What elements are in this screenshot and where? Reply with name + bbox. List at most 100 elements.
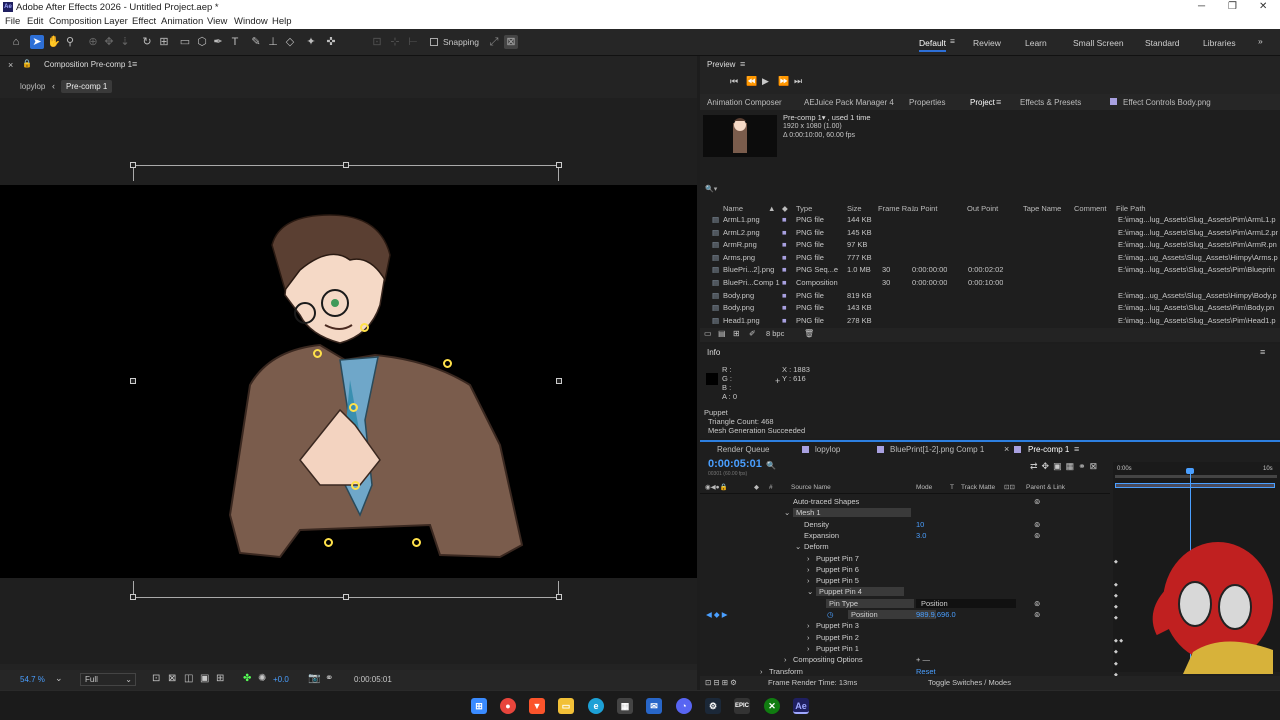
roto-brush-tool-icon[interactable]: ✦ — [304, 35, 318, 49]
puppet-pin-2[interactable] — [324, 538, 333, 547]
expression-pickwhip-icon[interactable]: ⊚ — [1034, 610, 1040, 619]
timeline-switch-icons[interactable]: ⇄✥▣▦⚭⊠ — [1030, 461, 1101, 472]
col-type[interactable]: Type — [796, 204, 812, 213]
timeline-track-area[interactable]: 0:00s 10s ◆ ◆ ◆ ◆ ◆ ◆ ◆ ◆ ◆ ◆ — [1113, 462, 1280, 678]
transform-handle[interactable] — [556, 594, 562, 600]
new-folder-icon[interactable]: ▤ — [718, 329, 726, 338]
timeline-property-row[interactable]: Density 10 ⊚ — [700, 519, 1110, 530]
chevron-right-icon[interactable]: › — [807, 621, 810, 630]
chevron-right-icon[interactable]: › — [784, 655, 787, 664]
mask-visibility-icon[interactable]: ◫ — [184, 673, 193, 684]
property-value[interactable]: 10 — [916, 520, 924, 529]
menu-composition[interactable]: Composition — [49, 16, 102, 27]
transform-handle[interactable] — [556, 378, 562, 384]
snapshot-icon[interactable]: 📷 — [308, 673, 320, 684]
play-icon[interactable]: ▶ — [762, 76, 769, 87]
next-frame-icon[interactable]: ⏩ — [778, 76, 789, 87]
windows-start-icon[interactable]: ⊞ — [471, 698, 487, 714]
chevron-right-icon[interactable]: › — [807, 633, 810, 642]
timeline-property-row[interactable]: Pin Type Position ⊚ — [700, 598, 1110, 609]
orbit-tool-icon[interactable]: ⊕ — [86, 35, 100, 49]
workspace-default[interactable]: Default — [919, 38, 946, 52]
home-icon[interactable]: ⌂ — [9, 35, 23, 49]
transform-handle[interactable] — [343, 162, 349, 168]
chevron-down-icon[interactable]: ⌄ — [795, 542, 801, 551]
col-size[interactable]: Size — [847, 204, 862, 213]
project-item-row[interactable]: ▤ Arms.png ■ PNG file 777 KB E:\imag...ug_Ass… — [700, 253, 1280, 266]
composition-canvas[interactable] — [0, 185, 697, 578]
timeline-property-row[interactable]: ⌄ Mesh 1 — [700, 507, 1110, 518]
chevron-right-icon[interactable]: › — [807, 554, 810, 563]
puppet-pin-1[interactable] — [412, 538, 421, 547]
align-icon[interactable]: ⊡ — [370, 35, 384, 49]
workspace-review[interactable]: Review — [973, 38, 1001, 48]
shape-tool-icon[interactable]: ⬡ — [195, 35, 209, 49]
hand-tool-icon[interactable]: ✋ — [47, 35, 61, 49]
timeline-property-row[interactable]: ⌄ Deform — [700, 541, 1110, 552]
lock-icon[interactable]: 🔒 — [22, 59, 32, 68]
workspace-menu-icon[interactable]: ≡ — [950, 36, 955, 46]
chevron-right-icon[interactable]: › — [807, 576, 810, 585]
eraser-tool-icon[interactable]: ◇ — [283, 35, 297, 49]
timeline-property-row[interactable]: › Puppet Pin 7 — [700, 553, 1110, 564]
project-item-row[interactable]: ▤ BluePri...2].png ■ PNG Seq...e 1.0 MB 30 0:0… — [700, 265, 1280, 278]
puppet-pin-7[interactable] — [313, 349, 322, 358]
edge-icon[interactable]: e — [588, 698, 604, 714]
zoom-dropdown-icon[interactable]: ⌄ — [55, 673, 63, 684]
timeline-property-row[interactable]: Expansion 3.0 ⊚ — [700, 530, 1110, 541]
grid-guides-icon[interactable]: ⊞ — [216, 673, 224, 684]
tab-aejuice[interactable]: AEJuice Pack Manager 4 — [804, 98, 894, 107]
project-search-input[interactable]: 🔍▾ — [705, 185, 1275, 196]
new-comp-icon[interactable]: ⊞ — [733, 329, 740, 338]
chevron-down-icon[interactable]: ⌄ — [784, 508, 790, 517]
timeline-property-row[interactable]: ⌄ Puppet Pin 4 — [700, 586, 1110, 597]
project-item-row[interactable]: ▤ ArmR.png ■ PNG file 97 KB E:\imag...lug_Ass… — [700, 240, 1280, 253]
layer-search-input[interactable]: 🔍 — [766, 461, 1036, 472]
expression-pickwhip-icon[interactable]: ⊚ — [1034, 531, 1040, 540]
property-value[interactable]: 989.9,696.0 — [916, 610, 956, 619]
col-mode[interactable]: Mode — [916, 484, 932, 491]
timeline-property-row[interactable]: › Puppet Pin 3 — [700, 620, 1110, 631]
col-file-path[interactable]: File Path — [1116, 204, 1146, 213]
resolution-select[interactable]: Full ⌄ — [80, 673, 136, 686]
puppet-pin-5[interactable] — [443, 359, 452, 368]
xbox-icon[interactable]: ✕ — [764, 698, 780, 714]
chrome-icon[interactable]: ● — [500, 698, 516, 714]
timeline-property-row[interactable]: › Puppet Pin 5 — [700, 575, 1110, 586]
label-col-icon[interactable]: ◆ — [782, 204, 788, 213]
timeline-property-row[interactable]: › Puppet Pin 1 — [700, 643, 1110, 654]
timeline-property-row[interactable]: › Puppet Pin 6 — [700, 564, 1110, 575]
tab-effects-presets[interactable]: Effects & Presets — [1020, 98, 1081, 107]
rectangle-tool-icon[interactable]: ▭ — [178, 35, 192, 49]
tab-lopylop[interactable]: lopylop — [815, 445, 840, 454]
exposure-value[interactable]: +0.0 — [273, 675, 289, 684]
tab-animation-composer[interactable]: Animation Composer — [707, 98, 782, 107]
minimize-button[interactable]: ─ — [1198, 1, 1205, 12]
timeline-property-row[interactable]: ◀ ◆ ▶ ◷ Position 989.9,696.0 ⊚ — [700, 609, 1110, 620]
close-tab-icon[interactable]: × — [1004, 444, 1009, 454]
menu-animation[interactable]: Animation — [161, 16, 203, 27]
tab-blueprint-comp[interactable]: BluePrint[1-2].png Comp 1 — [890, 445, 984, 454]
project-item-row[interactable]: ▤ ArmL2.png ■ PNG file 145 KB E:\imag...lug_A… — [700, 228, 1280, 241]
panel-menu-icon[interactable]: ≡ — [1074, 444, 1079, 454]
clone-stamp-tool-icon[interactable]: ⊥ — [266, 35, 280, 49]
close-panel-icon[interactable]: × — [8, 60, 13, 70]
tab-properties[interactable]: Properties — [909, 98, 945, 107]
timeline-property-row[interactable]: › Transform Reset — [700, 666, 1110, 677]
col-parent[interactable]: Parent & Link — [1026, 484, 1065, 491]
project-item-row[interactable]: ▤ Body.png ■ PNG file 143 KB E:\imag...lug_As… — [700, 303, 1280, 316]
col-track-matte[interactable]: Track Matte — [961, 484, 995, 491]
col-t[interactable]: T — [950, 484, 954, 491]
workspace-standard[interactable]: Standard — [1145, 38, 1180, 48]
menu-layer[interactable]: Layer — [104, 16, 128, 27]
chevron-down-icon[interactable]: ⌄ — [807, 587, 813, 596]
transform-handle[interactable] — [556, 162, 562, 168]
playhead-handle[interactable] — [1186, 468, 1194, 474]
type-tool-icon[interactable]: T — [228, 35, 242, 49]
col-tape-name[interactable]: Tape Name — [1023, 204, 1061, 213]
current-time[interactable]: 0:00:05:01 — [354, 675, 392, 684]
comp-panel-title[interactable]: Composition Pre-comp 1 — [44, 60, 132, 69]
tab-render-queue[interactable]: Render Queue — [717, 445, 769, 454]
timeline-property-row[interactable]: Auto-traced Shapes ⊚ — [700, 496, 1110, 507]
col-source-name[interactable]: Source Name — [791, 484, 831, 491]
